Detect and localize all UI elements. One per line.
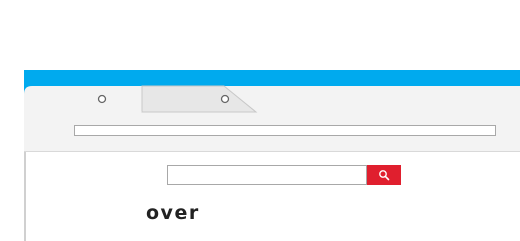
tab-active[interactable] — [24, 86, 142, 112]
tab-strip — [24, 85, 258, 113]
tab-inactive[interactable] — [141, 85, 258, 113]
tab-circle-icon — [97, 94, 107, 104]
search-input[interactable] — [167, 165, 367, 185]
search-icon — [379, 170, 390, 181]
tab-circle-icon — [220, 94, 230, 104]
search-button[interactable] — [367, 165, 401, 185]
content-word: over — [146, 202, 200, 224]
address-bar[interactable] — [74, 125, 496, 136]
